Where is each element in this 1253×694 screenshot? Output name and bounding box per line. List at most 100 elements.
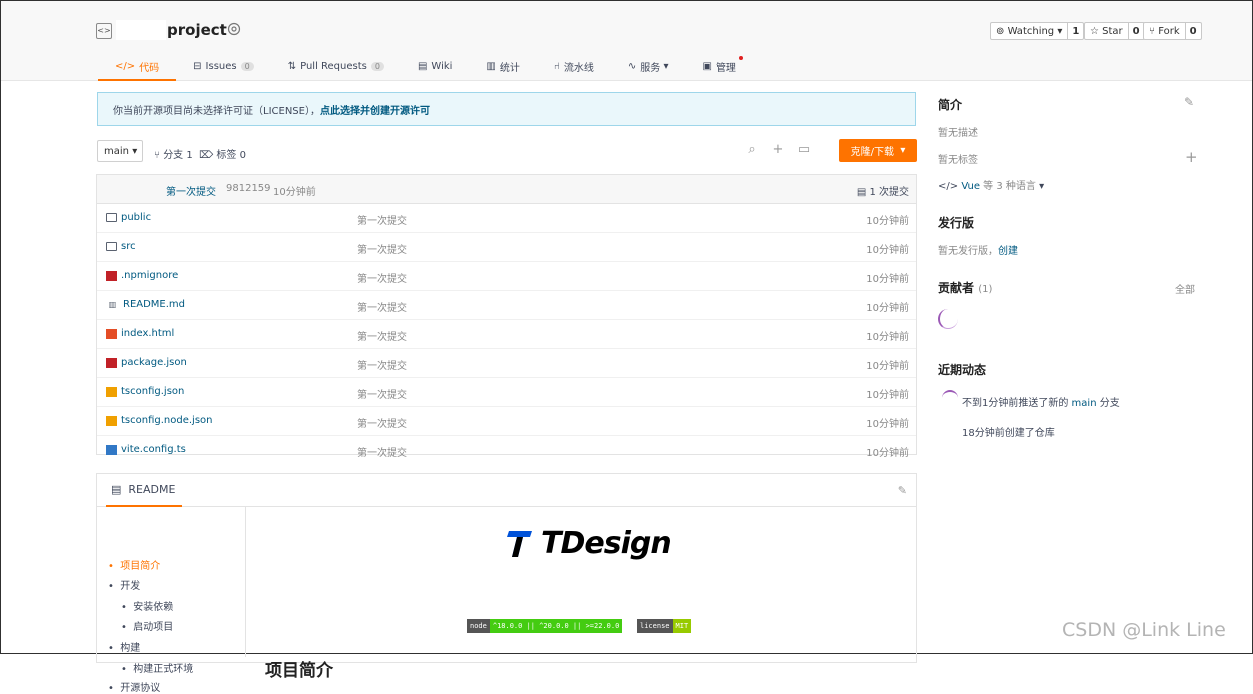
last-commit-time: 10分钟前 — [273, 187, 316, 198]
file-link[interactable]: .npmignore — [106, 270, 178, 281]
star-button[interactable]: ☆ Star 0 — [1084, 22, 1145, 40]
activity-branch-link[interactable]: main — [1072, 398, 1097, 409]
branch-icon: ⑂ — [154, 150, 160, 161]
file-link[interactable]: index.html — [106, 328, 174, 339]
fork-count: 0 — [1189, 25, 1197, 37]
file-commit-message[interactable]: 第一次提交 — [357, 241, 407, 256]
file-commit-message[interactable]: 第一次提交 — [357, 357, 407, 372]
file-commit-time: 10分钟前 — [866, 274, 909, 285]
activity-text: 分支 — [1096, 398, 1120, 409]
search-icon[interactable]: ⌕ — [745, 143, 759, 157]
web-ide-icon[interactable]: ▭ — [797, 143, 811, 157]
fork-button[interactable]: ⑂ Fork 0 — [1143, 22, 1202, 40]
file-commit-time: 10分钟前 — [866, 419, 909, 430]
file-name: src — [121, 241, 136, 252]
branch-info: ⑂ 分支 1 ⌦ 标签 0 — [154, 146, 246, 161]
file-link[interactable]: ▥ README.md — [106, 299, 185, 310]
tab-services[interactable]: ∿ 服务 ▾ — [611, 53, 686, 79]
file-commit-message[interactable]: 第一次提交 — [357, 444, 407, 459]
file-name: tsconfig.json — [121, 386, 185, 397]
toc-item[interactable]: • 构建 — [108, 639, 140, 654]
contributors-title-label: 贡献者 — [938, 281, 975, 295]
language-name: Vue — [961, 181, 980, 192]
branches-link[interactable]: 分支 1 — [163, 150, 193, 161]
tab-manage[interactable]: ▣ 管理 — [685, 53, 752, 79]
last-commit-message[interactable]: 第一次提交 — [166, 183, 216, 198]
license-badge: license MIT — [637, 619, 692, 633]
pipeline-icon: ⑁ — [553, 60, 560, 72]
file-commit-message[interactable]: 第一次提交 — [357, 328, 407, 343]
file-link[interactable]: src — [106, 241, 136, 252]
language-suffix: 等 3 种语言 — [983, 181, 1036, 192]
file-row: tsconfig.node.json 第一次提交 10分钟前 — [97, 407, 916, 436]
tab-pull-requests[interactable]: ⇅ Pull Requests 0 — [271, 53, 401, 79]
watching-button[interactable]: ⊚ Watching ▾ 1 — [990, 22, 1085, 40]
tab-pipeline[interactable]: ⑁ 流水线 — [537, 53, 611, 79]
folder-icon — [106, 242, 117, 251]
edit-icon[interactable]: ✎ — [898, 484, 907, 497]
add-tag-icon[interactable]: + — [1185, 148, 1198, 166]
activity-text: 不到1分钟前推送了新的 — [962, 398, 1072, 409]
file-commit-message[interactable]: 第一次提交 — [357, 270, 407, 285]
toc-item[interactable]: • 开发 — [108, 577, 140, 592]
file-row: index.html 第一次提交 10分钟前 — [97, 320, 916, 349]
pull-request-icon: ⇅ — [287, 60, 297, 72]
file-name: README.md — [123, 299, 186, 310]
toc-item[interactable]: • 项目简介 — [108, 557, 160, 572]
license-badge-value: MIT — [672, 619, 692, 633]
file-commit-message[interactable]: 第一次提交 — [357, 386, 407, 401]
file-commit-message[interactable]: 第一次提交 — [357, 415, 407, 430]
edit-icon[interactable]: ✎ — [1184, 95, 1194, 109]
watching-label: Watching — [1007, 25, 1055, 37]
readme-toc: • 项目简介 • 开发 • 安装依赖 • 启动项目 • 构建 • 构建正式环境 … — [97, 507, 246, 694]
readme-icon: ▤ — [111, 483, 129, 496]
file-link[interactable]: tsconfig.node.json — [106, 415, 213, 426]
file-link[interactable]: package.json — [106, 357, 187, 368]
last-commit-row: 第一次提交 9812159 10分钟前 ▤ 1 次提交 — [97, 175, 916, 204]
branch-select[interactable]: main ▾ — [97, 140, 143, 162]
toc-item-label: 构建正式环境 — [133, 664, 194, 675]
chevron-down-icon: ▾ — [1039, 181, 1045, 192]
create-license-link[interactable]: 点此选择并创建开源许可 — [320, 102, 430, 117]
toc-item[interactable]: • 安装依赖 — [121, 598, 173, 613]
create-release-link[interactable]: 创建 — [998, 246, 1018, 257]
file-row: src 第一次提交 10分钟前 — [97, 233, 916, 262]
readme-tab[interactable]: ▤ README — [106, 474, 183, 507]
clone-download-button[interactable]: 克隆/下载 ▾ — [839, 139, 917, 162]
npm-file-icon — [106, 270, 117, 281]
toc-item[interactable]: • 启动项目 — [121, 618, 173, 633]
activity-item: 不到1分钟前推送了新的 main 分支 — [962, 394, 1120, 409]
file-link[interactable]: vite.config.ts — [106, 444, 186, 455]
license-notice: 你当前开源项目尚未选择许可证（LICENSE）， 点此选择并创建开源许可 — [97, 92, 916, 126]
activity-item: 18分钟前创建了仓库 — [962, 428, 1055, 439]
tab-code[interactable]: </> 代码 — [98, 53, 177, 81]
stats-icon: ▥ — [486, 60, 496, 72]
toc-item-label: 安装依赖 — [133, 602, 174, 613]
issues-icon: ⊟ — [193, 60, 202, 72]
language-info[interactable]: </> Vue 等 3 种语言 ▾ — [938, 177, 1044, 192]
file-commit-time: 10分钟前 — [866, 390, 909, 401]
code-icon: </> — [938, 181, 962, 192]
last-commit-hash[interactable]: 9812159 — [226, 183, 271, 194]
intro-title: 简介 — [938, 98, 963, 112]
file-link[interactable]: tsconfig.json — [106, 386, 184, 397]
commit-count-link[interactable]: ▤ 1 次提交 — [857, 183, 909, 198]
file-commit-message[interactable]: 第一次提交 — [357, 212, 407, 227]
toc-item[interactable]: • 构建正式环境 — [121, 660, 193, 675]
tags-link[interactable]: 标签 0 — [216, 150, 246, 161]
tab-stats[interactable]: ▥ 统计 — [469, 53, 536, 79]
toc-item[interactable]: • 开源协议 — [108, 679, 160, 694]
commits-icon: ▤ — [856, 187, 870, 198]
toc-item-label: 项目简介 — [120, 561, 161, 572]
tab-wiki[interactable]: ▤ Wiki — [401, 53, 469, 79]
pr-badge: 0 — [370, 61, 384, 71]
file-row: public 第一次提交 10分钟前 — [97, 204, 916, 233]
add-file-icon[interactable]: + — [771, 143, 785, 157]
file-link[interactable]: public — [106, 212, 151, 223]
tab-issues[interactable]: ⊟ Issues 0 — [176, 53, 271, 79]
file-commit-message[interactable]: 第一次提交 — [357, 299, 407, 314]
repo-name-link[interactable]: project — [167, 21, 227, 39]
no-description-text: 暂无描述 — [938, 128, 978, 139]
all-contributors-link[interactable]: 全部 — [1175, 281, 1195, 296]
watch-settings-icon[interactable] — [227, 22, 241, 36]
